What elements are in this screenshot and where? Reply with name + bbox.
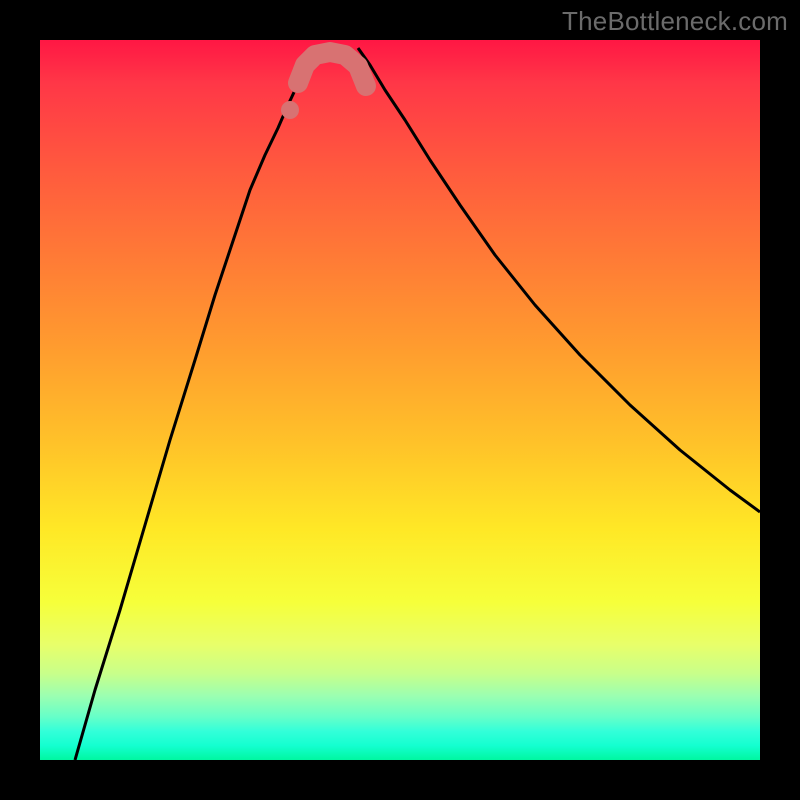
plot-area <box>40 40 760 760</box>
series-curve-right <box>358 48 760 512</box>
point-dot-left <box>281 101 299 119</box>
points-group <box>281 101 299 119</box>
series-curve-left <box>75 48 310 760</box>
plot-svg <box>40 40 760 760</box>
watermark-text: TheBottleneck.com <box>562 6 788 37</box>
chart-frame: TheBottleneck.com <box>0 0 800 800</box>
series-group <box>75 48 760 760</box>
series-trough-marker <box>298 52 366 86</box>
